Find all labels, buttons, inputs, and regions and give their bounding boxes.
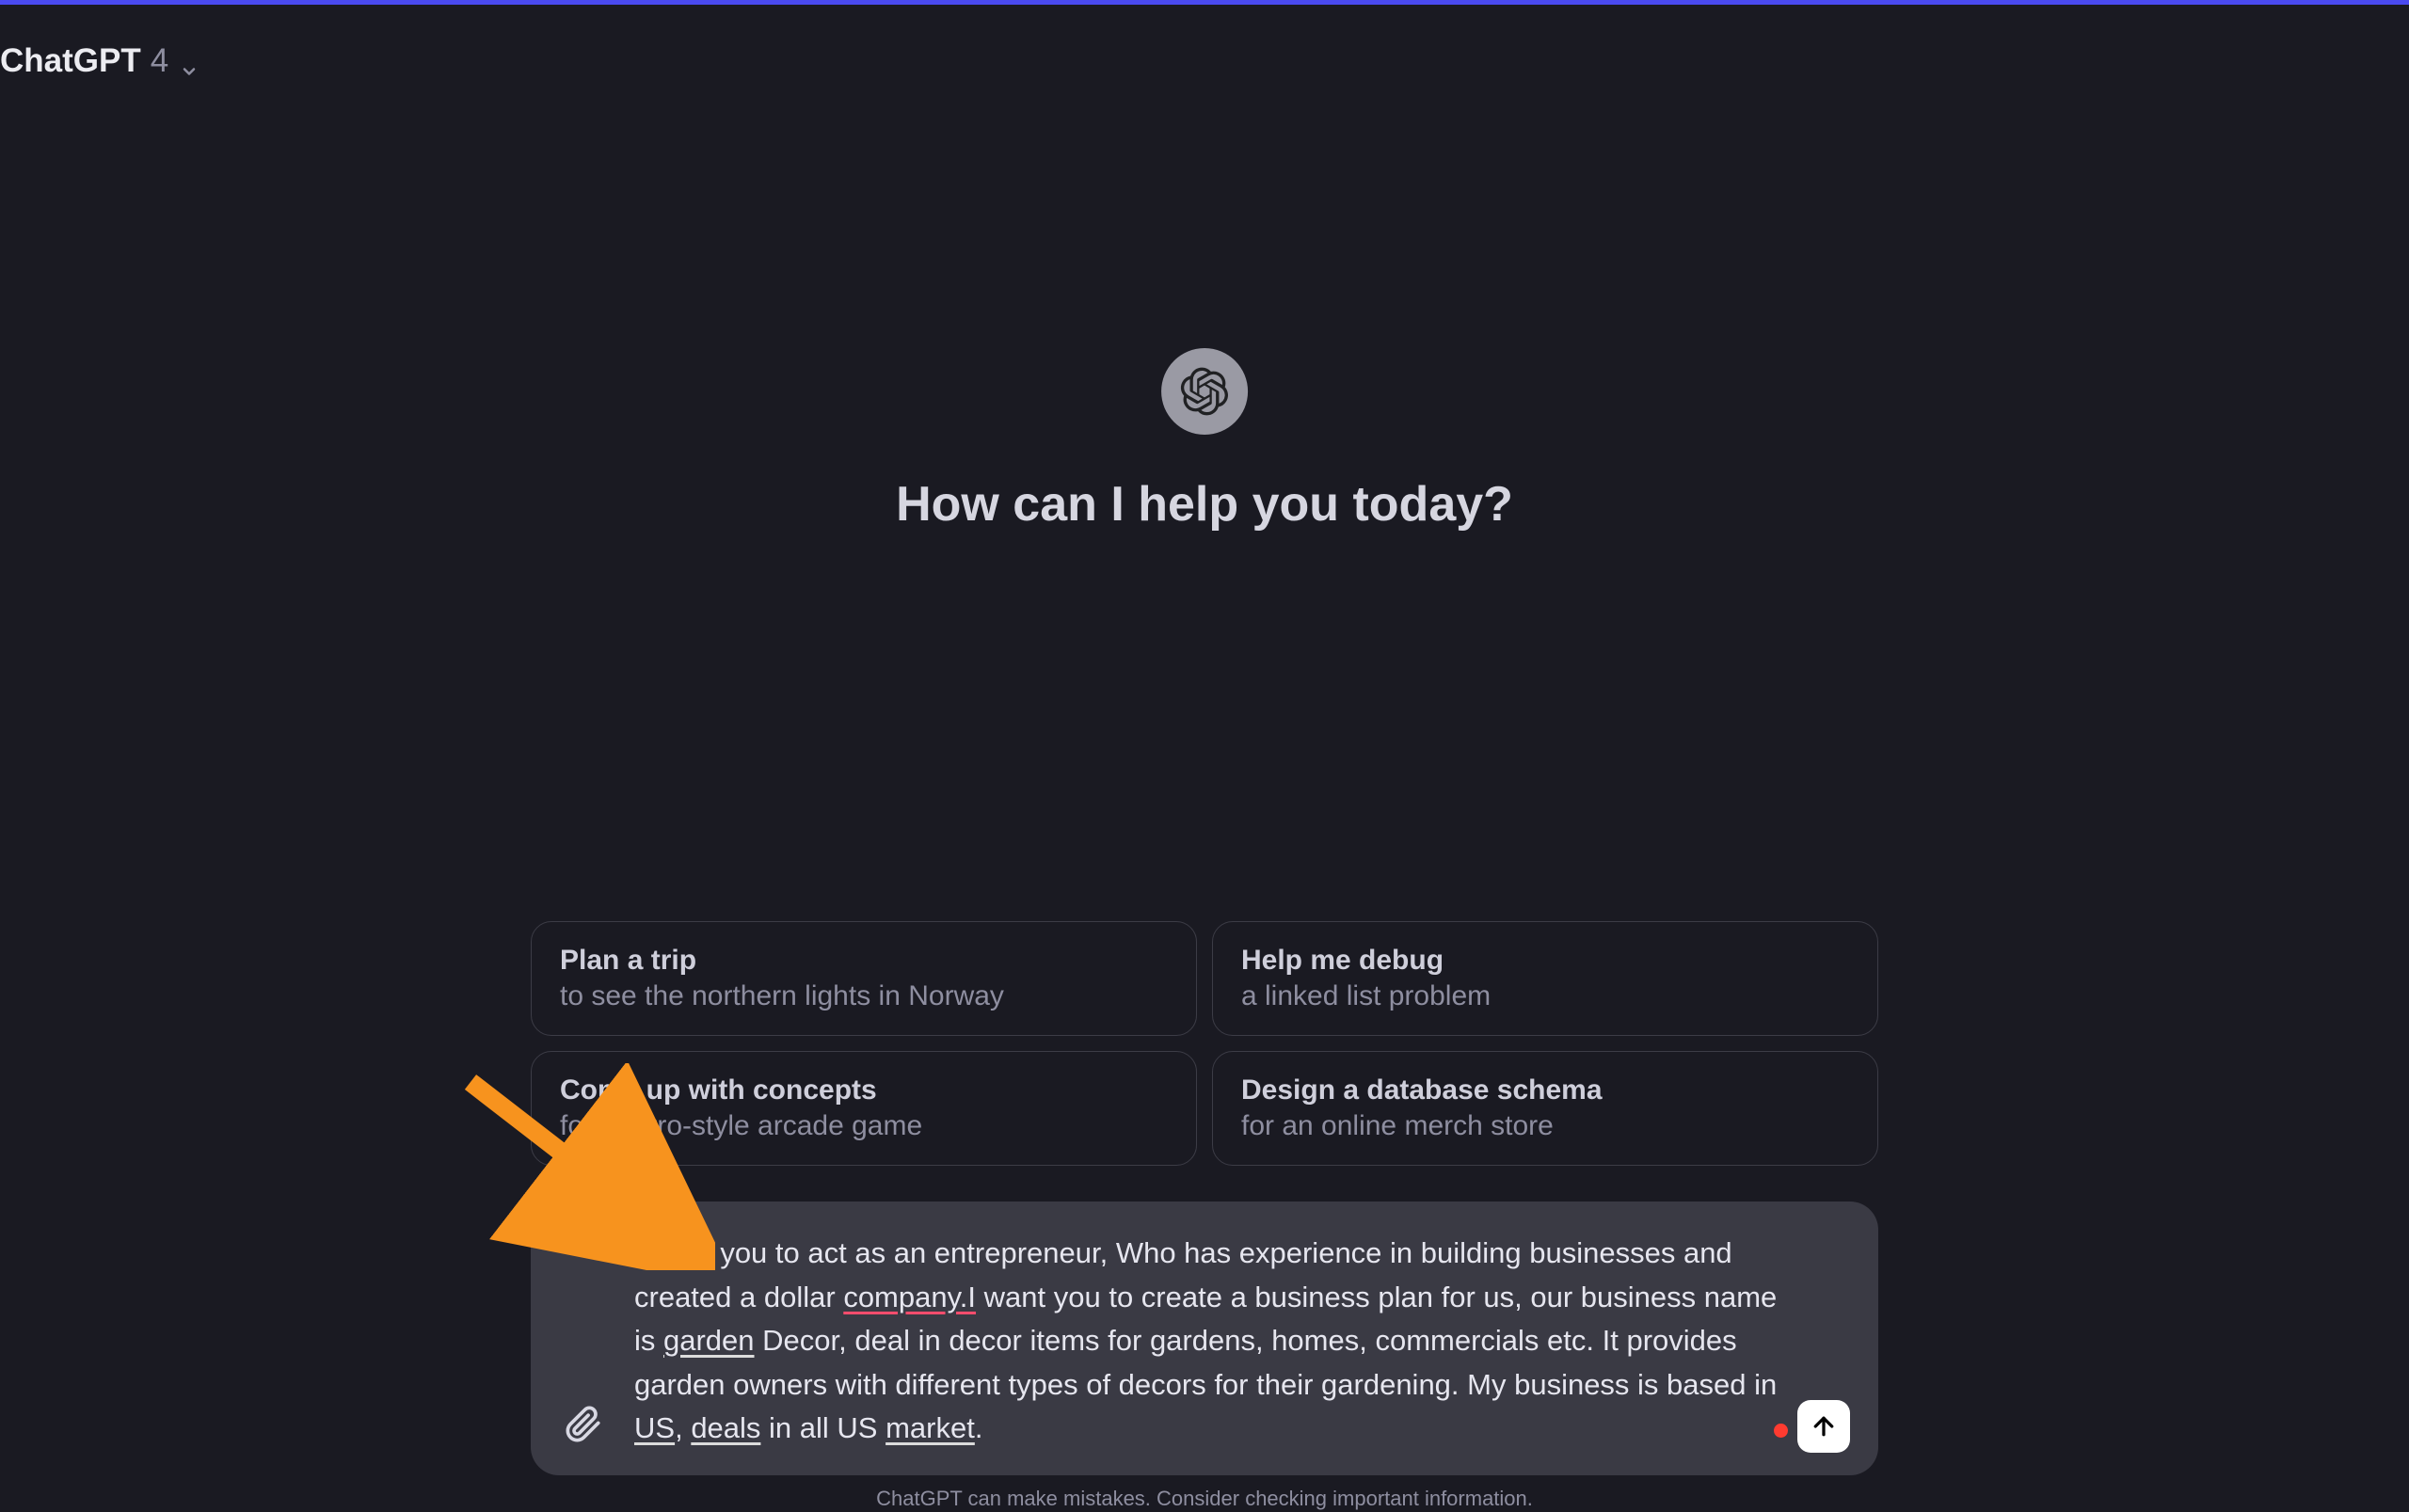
hero-title: How can I help you today? xyxy=(896,476,1513,533)
prompt-input-area[interactable]: I want you to act as an entrepreneur, Wh… xyxy=(531,1202,1878,1475)
suggestion-subtitle: a linked list problem xyxy=(1241,980,1849,1012)
openai-logo-icon xyxy=(1161,348,1248,435)
send-button[interactable] xyxy=(1797,1400,1850,1453)
suggestion-grid: Plan a trip to see the northern lights i… xyxy=(531,921,1878,1166)
suggestion-card-1[interactable]: Help me debug a linked list problem xyxy=(1212,921,1878,1036)
suggestion-title: Design a database schema xyxy=(1241,1074,1849,1106)
model-selector[interactable]: ChatGPT 4 xyxy=(0,42,199,80)
suggestion-title: Plan a trip xyxy=(560,945,1168,977)
prompt-input-text[interactable]: I want you to act as an entrepreneur, Wh… xyxy=(634,1232,1794,1451)
suggestion-subtitle: for a retro-style arcade game xyxy=(560,1110,1168,1142)
model-name: ChatGPT xyxy=(0,42,141,80)
hero-section: How can I help you today? xyxy=(896,348,1513,533)
suggestion-title: Come up with concepts xyxy=(560,1074,1168,1106)
suggestion-card-3[interactable]: Design a database schema for an online m… xyxy=(1212,1051,1878,1166)
chevron-down-icon xyxy=(180,52,199,71)
suggestion-card-0[interactable]: Plan a trip to see the northern lights i… xyxy=(531,921,1197,1036)
window-top-highlight xyxy=(0,0,2409,5)
attach-icon[interactable] xyxy=(565,1406,602,1443)
suggestion-title: Help me debug xyxy=(1241,945,1849,977)
recording-indicator-icon xyxy=(1774,1424,1788,1438)
suggestion-subtitle: for an online merch store xyxy=(1241,1110,1849,1142)
model-version: 4 xyxy=(151,42,168,80)
suggestion-card-2[interactable]: Come up with concepts for a retro-style … xyxy=(531,1051,1197,1166)
footer-disclaimer: ChatGPT can make mistakes. Consider chec… xyxy=(876,1487,1533,1511)
suggestion-subtitle: to see the northern lights in Norway xyxy=(560,980,1168,1012)
